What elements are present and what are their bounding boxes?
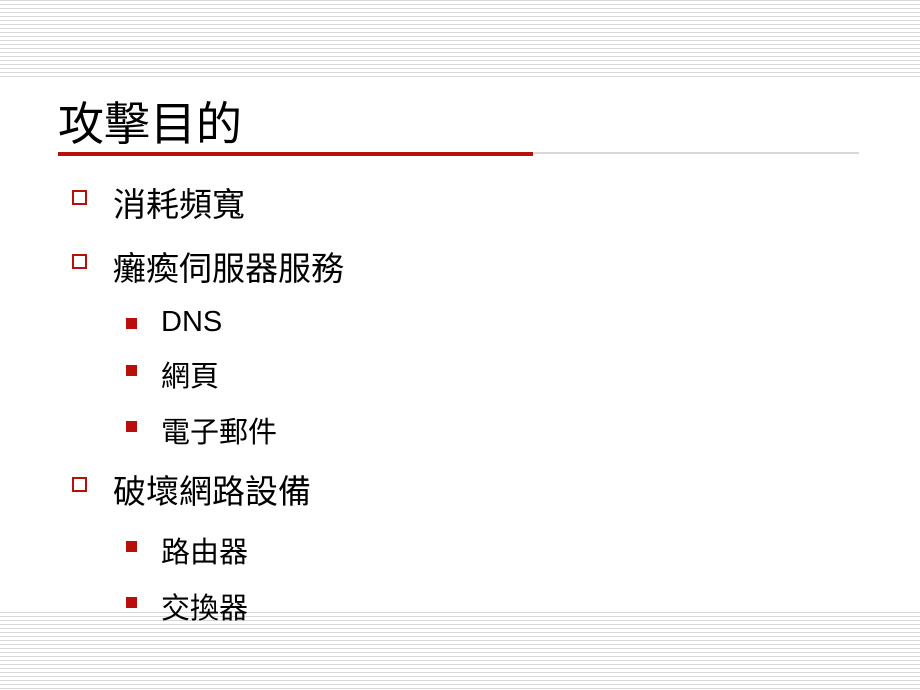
- square-outline-bullet-icon: [72, 477, 87, 492]
- sub-list-item: 交換器: [126, 585, 344, 627]
- list-item-label: 破壞網路設備: [113, 465, 311, 513]
- square-filled-bullet-icon: [126, 421, 137, 432]
- title-underline-gray: [533, 152, 859, 154]
- square-filled-bullet-icon: [126, 597, 137, 608]
- sub-list-item: DNS: [126, 306, 344, 339]
- sub-list-item-label: DNS: [161, 306, 222, 339]
- list-item: 破壞網路設備: [72, 465, 344, 513]
- square-filled-bullet-icon: [126, 365, 137, 376]
- sub-list-item: 路由器: [126, 529, 344, 571]
- sub-list-item: 電子郵件: [126, 409, 344, 451]
- sub-list-item-label: 路由器: [161, 529, 248, 571]
- sub-list-item: 網頁: [126, 353, 344, 395]
- slide-title: 攻擊目的: [58, 88, 242, 154]
- sub-list-item-label: 交換器: [161, 585, 248, 627]
- content-area: 消耗頻寬 癱瘓伺服器服務 DNS 網頁 電子郵件 破壞網路設備 路由器 交換器: [72, 178, 344, 641]
- square-outline-bullet-icon: [72, 254, 87, 269]
- title-underline-red: [58, 152, 533, 156]
- list-item-label: 癱瘓伺服器服務: [113, 242, 344, 290]
- sub-list-item-label: 電子郵件: [161, 409, 277, 451]
- square-outline-bullet-icon: [72, 190, 87, 205]
- list-item-label: 消耗頻寬: [113, 178, 245, 226]
- square-filled-bullet-icon: [126, 541, 137, 552]
- square-filled-bullet-icon: [126, 318, 137, 329]
- top-stripes-decoration: [0, 0, 920, 78]
- list-item: 消耗頻寬: [72, 178, 344, 226]
- sub-list-item-label: 網頁: [161, 353, 219, 395]
- list-item: 癱瘓伺服器服務: [72, 242, 344, 290]
